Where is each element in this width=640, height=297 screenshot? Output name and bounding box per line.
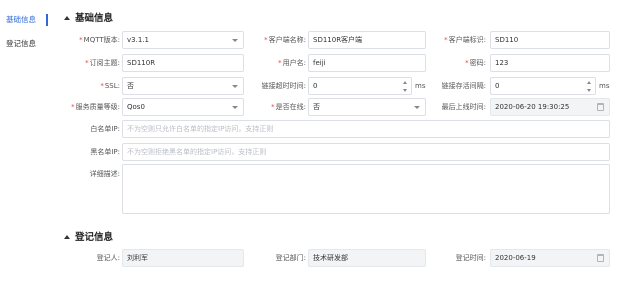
registration-date-field: 2020-06-19 [490,249,610,267]
collapse-caret-icon[interactable] [64,235,70,239]
section-title-registration[interactable]: 登记信息 [64,229,113,243]
label-client-id: *客户端标识: [444,36,486,44]
label-qos: *服务质量等级: [71,103,120,111]
label-keepalive: 链接存活间隔: [441,82,486,90]
stepper-icon[interactable] [587,81,592,92]
description-textarea[interactable] [122,164,610,214]
calendar-icon [597,254,604,262]
label-subscribe-topic: *订阅主题: [85,59,120,67]
client-id-input[interactable]: SD110 [490,31,610,49]
label-username: *用户名: [278,59,306,67]
label-whitelist: 白名单IP: [90,125,120,133]
password-input[interactable]: 123 [490,54,610,72]
last-online-datetime: 2020-06-20 19:30:25 [490,98,610,116]
label-mqtt-version: *MQTT版本: [79,36,120,44]
label-registration-date: 登记时间: [455,254,486,262]
label-description: 详细描述: [89,170,120,178]
label-registrant: 登记人: [96,254,120,262]
active-indicator [46,14,48,26]
label-blacklist: 黑名单IP: [90,148,120,156]
label-password: *密码: [465,59,486,67]
whitelist-input[interactable]: 不为空则只允许白名单的指定IP访问，支持正则 [122,120,610,138]
collapse-caret-icon[interactable] [64,16,70,20]
label-last-online: 最后上线时间: [441,103,486,111]
calendar-icon [597,103,604,111]
label-connect-timeout: 链接超时时间: [261,82,306,90]
blacklist-input[interactable]: 不为空则拒绝黑名单的指定IP访问，支持正则 [122,143,610,161]
label-client-name: *客户端名称: [264,36,306,44]
label-ssl: *SSL: [100,82,120,90]
keepalive-input[interactable]: 0 [490,77,596,95]
label-department: 登记部门: [275,254,306,262]
section-title-basic[interactable]: 基础信息 [64,10,113,24]
label-online: *是否在线: [271,103,306,111]
sidebar-item-basic-info[interactable]: 基础信息 [0,11,48,29]
sidebar-item-label: 基础信息 [6,15,36,24]
keepalive-unit: ms [599,82,610,90]
